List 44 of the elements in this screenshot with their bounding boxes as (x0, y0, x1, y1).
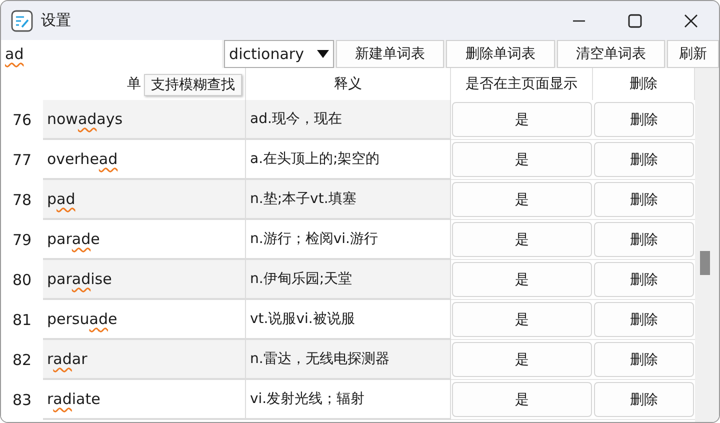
meaning-cell: n.伊甸乐园;天堂 (246, 260, 451, 300)
column-header[interactable]: 是否在主页面显示 (466, 75, 578, 93)
dictionary-dropdown[interactable]: dictionary (224, 40, 334, 68)
toolbar-button[interactable]: 清空单词表 (556, 40, 666, 68)
show-toggle-button[interactable]: 是 (452, 142, 592, 177)
app-icon (11, 10, 33, 32)
caret-icon (316, 50, 329, 58)
meaning-cell: ad.现今，现在 (246, 100, 451, 140)
show-toggle-button[interactable]: 是 (452, 342, 592, 377)
toolbar-button[interactable]: 新建单词表 (336, 40, 444, 68)
toolbar-button[interactable]: 刷新 (667, 40, 719, 68)
show-toggle-button[interactable]: 是 (452, 222, 592, 257)
delete-button[interactable]: 删除 (594, 102, 694, 137)
show-toggle-button[interactable]: 是 (452, 302, 592, 337)
close-icon[interactable] (683, 12, 699, 28)
column-header[interactable]: 单 (127, 75, 141, 93)
scrollbar[interactable] (695, 68, 719, 422)
window-title: 设置 (41, 11, 71, 30)
show-toggle-button[interactable]: 是 (452, 262, 592, 297)
meaning-cell: vi.发射光线；辐射 (246, 380, 451, 420)
scroll-thumb[interactable] (700, 251, 710, 275)
word-cell: radiate (43, 380, 246, 420)
word-cell: radar (43, 340, 246, 380)
delete-button[interactable]: 删除 (594, 222, 694, 257)
delete-button[interactable]: 删除 (594, 262, 694, 297)
word-cell: pad (43, 180, 246, 220)
column-header[interactable]: 删除 (630, 75, 658, 93)
column-header[interactable]: 释义 (334, 75, 362, 93)
show-toggle-button[interactable]: 是 (452, 182, 592, 217)
word-cell: paradise (43, 260, 246, 300)
meaning-cell: n.雷达，无线电探测器 (246, 340, 451, 380)
toolbar-button[interactable]: 删除单词表 (446, 40, 555, 68)
delete-button[interactable]: 删除 (594, 382, 694, 417)
delete-button[interactable]: 删除 (594, 182, 694, 217)
delete-button[interactable]: 删除 (594, 142, 694, 177)
delete-button[interactable]: 删除 (594, 342, 694, 377)
show-toggle-button[interactable]: 是 (452, 102, 592, 137)
meaning-cell: n.垫;本子vt.填塞 (246, 180, 451, 220)
tooltip: 支持模糊查找 (144, 74, 242, 96)
maximize-icon[interactable] (627, 12, 643, 28)
delete-button[interactable]: 删除 (594, 302, 694, 337)
show-toggle-button[interactable]: 是 (452, 382, 592, 417)
search-field[interactable]: ad (1, 40, 222, 68)
word-cell: nowadays (43, 100, 246, 140)
